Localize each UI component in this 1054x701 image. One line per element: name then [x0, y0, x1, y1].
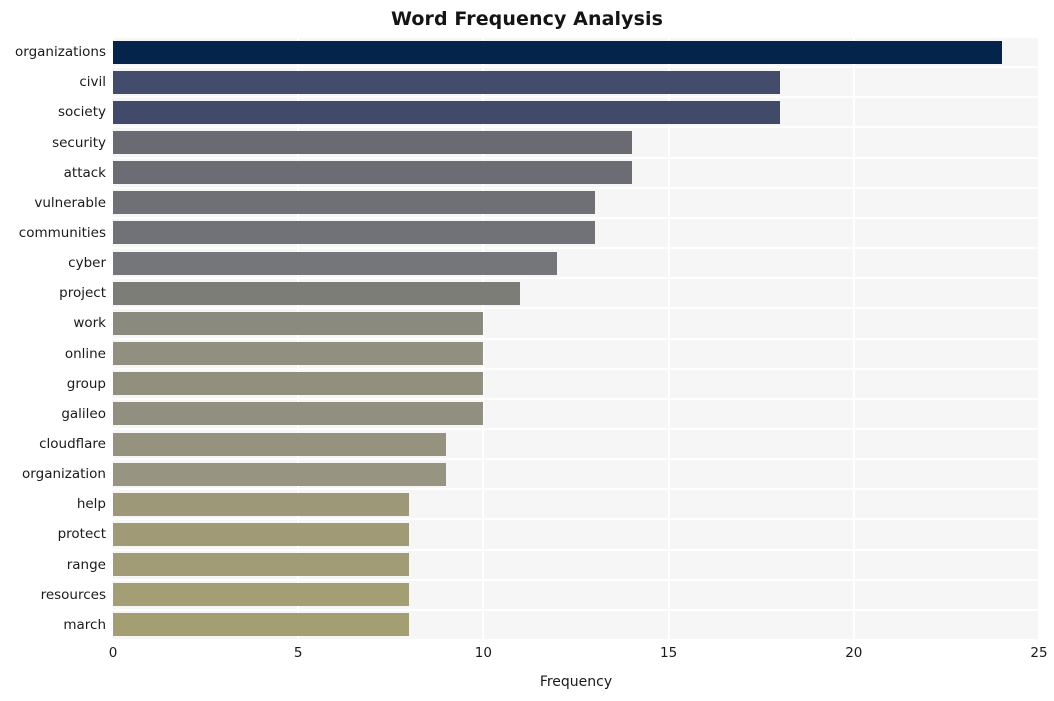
- x-axis-tick-label: 0: [108, 645, 118, 661]
- y-axis-tick-label: vulnerable: [34, 194, 106, 211]
- bar: [113, 221, 595, 245]
- x-axis-ticks: 0 5 10 15 20 25: [109, 645, 1048, 665]
- x-axis-tick-label: 20: [845, 645, 863, 661]
- bar: [113, 372, 484, 396]
- y-axis-tick-label: work: [73, 315, 106, 332]
- y-axis-tick-label: protect: [57, 526, 106, 543]
- y-axis-tick-label: march: [63, 616, 106, 633]
- y-axis-tick-label: cyber: [68, 255, 106, 272]
- bar: [113, 553, 410, 577]
- y-axis-tick-label: security: [52, 134, 106, 151]
- bar: [113, 40, 1002, 64]
- bar: [113, 402, 484, 426]
- y-axis-tick-label: attack: [63, 164, 106, 181]
- y-axis-tick-label: communities: [18, 224, 106, 241]
- y-axis-tick-label: organizations: [15, 44, 106, 61]
- plot-area: [113, 36, 1040, 641]
- bar: [113, 311, 484, 335]
- bar: [113, 613, 410, 637]
- x-axis-tick-label: 25: [1030, 645, 1048, 661]
- bar: [113, 432, 447, 456]
- bar: [113, 583, 410, 607]
- x-axis-title: Frequency: [539, 674, 613, 690]
- y-axis-tick-label: galileo: [61, 405, 106, 422]
- chart-figure: Word Frequency Analysis organizations civ…: [0, 0, 1054, 701]
- bar: [113, 191, 595, 215]
- y-axis-tick-label: online: [64, 345, 106, 362]
- y-axis-tick-label: resources: [40, 586, 106, 603]
- y-axis-tick-label: range: [66, 556, 106, 573]
- y-axis-tick-label: society: [57, 104, 106, 121]
- y-axis-tick-label: organization: [22, 466, 106, 483]
- x-axis-tick-label: 15: [660, 645, 678, 661]
- bar: [113, 522, 410, 546]
- bar: [113, 342, 484, 366]
- page-title: Word Frequency Analysis: [390, 8, 664, 30]
- bar: [113, 492, 410, 516]
- bar: [113, 131, 632, 155]
- bar: [113, 281, 521, 305]
- bar: [113, 462, 447, 486]
- y-axis-tick-label: help: [76, 496, 106, 513]
- bar: [113, 70, 780, 94]
- bar: [113, 161, 632, 185]
- bar: [113, 100, 780, 124]
- y-axis-tick-label: project: [59, 285, 106, 302]
- bars-layer: [113, 37, 1039, 640]
- x-axis-tick-label: 10: [474, 645, 492, 661]
- y-axis-tick-label: group: [66, 375, 106, 392]
- x-axis-tick-label: 5: [293, 645, 303, 661]
- y-axis-tick-label: cloudflare: [39, 436, 106, 453]
- bar: [113, 251, 558, 275]
- y-axis-labels: organizations civil society security attack v…: [0, 37, 106, 640]
- y-axis-tick-label: civil: [79, 74, 106, 91]
